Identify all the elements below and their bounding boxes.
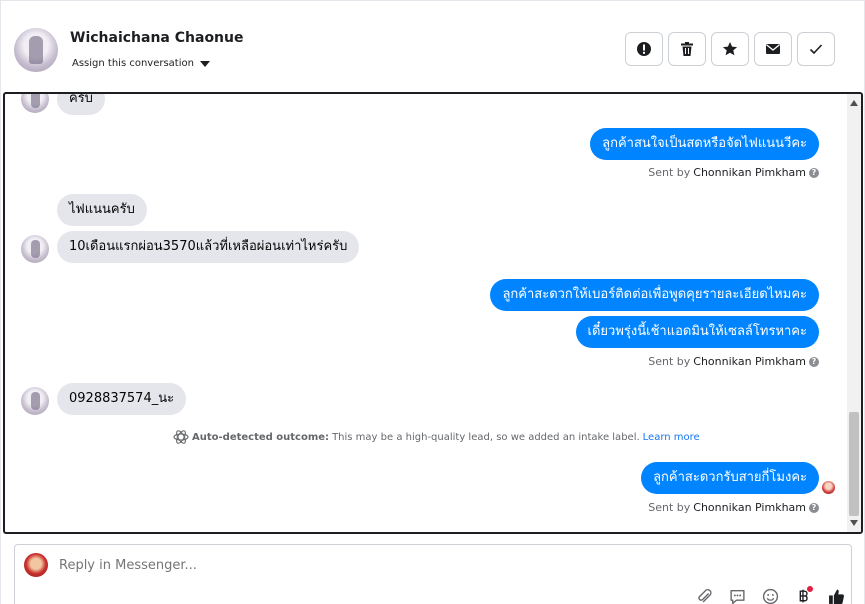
assign-conversation-label: Assign this conversation <box>72 58 194 69</box>
paperclip-icon <box>698 588 712 602</box>
sent-by-prefix: Sent by <box>648 166 691 179</box>
composer-tools <box>693 586 848 604</box>
help-icon[interactable]: ? <box>809 502 819 513</box>
help-icon[interactable]: ? <box>809 167 819 178</box>
incoming-message: 10เดือนแรกผ่อน3570แล้วที่เหลือผ่อนเท่าไห… <box>57 231 360 263</box>
alert-icon <box>637 42 651 56</box>
help-icon[interactable]: ? <box>809 356 819 367</box>
reply-input[interactable] <box>59 558 759 573</box>
read-receipt-avatar <box>822 481 835 494</box>
contact-avatar-small <box>21 235 49 263</box>
check-icon <box>809 44 823 55</box>
scroll-up-arrow-icon[interactable] <box>850 100 858 106</box>
incoming-message: 0928837574_นะ <box>57 383 187 415</box>
page-avatar <box>24 553 48 577</box>
contact-avatar-small <box>21 94 49 113</box>
mark-unread-button[interactable] <box>754 32 792 66</box>
notification-dot <box>807 586 813 592</box>
assign-conversation-dropdown[interactable]: Assign this conversation <box>72 58 210 69</box>
auto-detected-outcome: Auto-detected outcome: This may be a hig… <box>173 429 700 445</box>
incoming-message: ไฟแนนครับ <box>57 194 147 226</box>
like-button[interactable] <box>825 586 848 604</box>
sent-by-label: Sent by Chonnikan Pimkham ? <box>648 501 819 514</box>
smiley-icon <box>762 588 779 604</box>
reply-composer <box>14 544 852 604</box>
star-icon <box>722 42 738 56</box>
outgoing-message: ลูกค้าสะดวกรับสายกี่โมงคะ <box>641 462 819 494</box>
sent-by-label: Sent by Chonnikan Pimkham ? <box>648 166 819 179</box>
outgoing-message: ลูกค้าสนใจเป็นสดหรือจัดไฟแนนวีคะ <box>590 128 819 160</box>
sent-by-name: Chonnikan Pimkham <box>693 355 806 368</box>
delete-button[interactable] <box>668 32 706 66</box>
mark-spam-button[interactable] <box>625 32 663 66</box>
sent-by-name: Chonnikan Pimkham <box>693 166 806 179</box>
envelope-icon <box>766 44 780 54</box>
auto-detected-text: This may be a high-quality lead, so we a… <box>332 431 640 443</box>
auto-detected-label: Auto-detected outcome: <box>192 431 330 443</box>
contact-avatar-small <box>21 387 49 415</box>
sent-by-prefix: Sent by <box>648 355 691 368</box>
sent-by-label: Sent by Chonnikan Pimkham ? <box>648 355 819 368</box>
trash-icon <box>681 42 693 56</box>
sent-by-prefix: Sent by <box>648 501 691 514</box>
atom-icon <box>173 430 189 444</box>
mark-done-button[interactable] <box>797 32 835 66</box>
emoji-button[interactable] <box>759 586 782 604</box>
saved-replies-button[interactable] <box>726 586 749 604</box>
scroll-thumb[interactable] <box>849 412 859 516</box>
learn-more-link[interactable]: Learn more <box>643 432 700 443</box>
outgoing-message: เดี๋ยวพรุ่งนี้เช้าแอดมินให้เซลล์โทรหาคะ <box>575 316 819 348</box>
caret-down-icon <box>199 60 210 67</box>
contact-avatar[interactable] <box>14 28 58 72</box>
thread-scrollbar[interactable] <box>847 94 861 532</box>
incoming-message: ครับ <box>57 94 105 115</box>
message-thread[interactable]: ครับ ลูกค้าสนใจเป็นสดหรือจัดไฟแนนวีคะ Se… <box>3 92 863 534</box>
header-actions <box>625 32 835 66</box>
sent-by-name: Chonnikan Pimkham <box>693 501 806 514</box>
chat-bubble-icon <box>730 589 745 604</box>
star-button[interactable] <box>711 32 749 66</box>
conversation-header: Wichaichana Chaonue Assign this conversa… <box>1 0 865 92</box>
attach-button[interactable] <box>693 586 716 604</box>
thumbs-up-icon <box>829 589 844 604</box>
conversation-panel: Wichaichana Chaonue Assign this conversa… <box>0 0 865 604</box>
payment-button[interactable] <box>792 586 815 604</box>
scroll-down-arrow-icon[interactable] <box>850 520 858 526</box>
outgoing-message: ลูกค้าสะดวกให้เบอร์ติดต่อเพื่อพูดคุยรายล… <box>490 279 819 311</box>
contact-name[interactable]: Wichaichana Chaonue <box>70 30 244 46</box>
